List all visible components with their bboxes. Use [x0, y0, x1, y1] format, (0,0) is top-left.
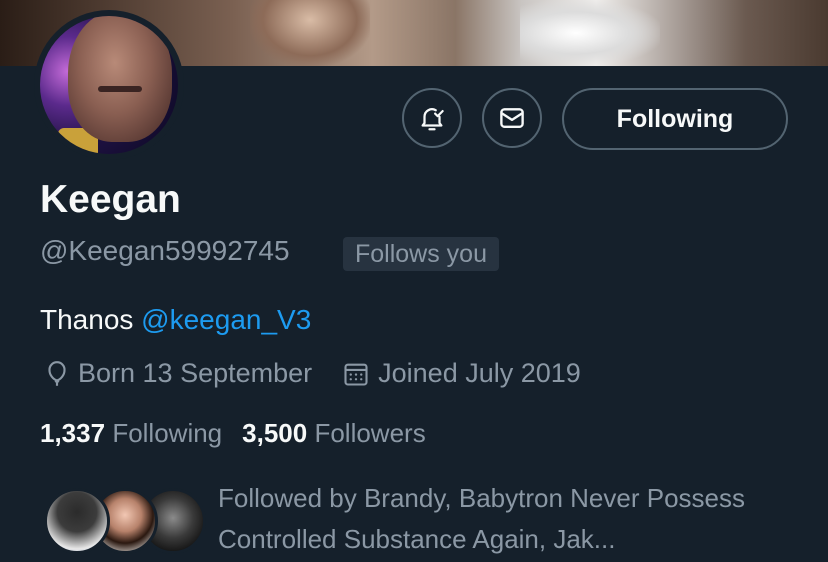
banner-shape — [250, 0, 370, 66]
follows-you-badge: Follows you — [343, 237, 499, 271]
following-label: Following — [112, 418, 223, 448]
avatar-face — [68, 16, 172, 142]
following-button[interactable]: Following — [562, 88, 788, 150]
birthday-item: Born 13 September — [44, 358, 312, 389]
followed-by-text[interactable]: Followed by Brandy, Babytron Never Posse… — [218, 478, 788, 560]
envelope-icon — [500, 108, 524, 128]
profile-avatar[interactable] — [34, 10, 184, 160]
display-name: Keegan — [40, 178, 181, 221]
followed-by-avatars[interactable] — [40, 488, 206, 558]
followers-stat[interactable]: 3,500 Followers — [242, 418, 426, 449]
message-button[interactable] — [482, 88, 542, 148]
followers-label: Followers — [314, 418, 426, 448]
avatar-image — [40, 16, 178, 154]
calendar-icon — [344, 363, 368, 386]
bell-check-icon — [421, 108, 444, 131]
joined-item: Joined July 2019 — [342, 358, 581, 389]
joined-text: Joined July 2019 — [378, 358, 581, 388]
avatar-mouth — [98, 86, 142, 92]
follow-stats: 1,337 Following 3,500 Followers — [40, 418, 446, 449]
balloon-icon — [48, 360, 66, 386]
avatar — [44, 488, 110, 554]
profile-bio: Thanos @keegan_V3 — [40, 304, 311, 336]
followers-count: 3,500 — [242, 418, 308, 448]
birthday-text: Born 13 September — [78, 358, 313, 388]
user-handle: @Keegan59992745 — [40, 235, 290, 266]
following-stat[interactable]: 1,337 Following — [40, 418, 222, 449]
profile-meta: Born 13 September Joined July 2019 — [44, 358, 611, 389]
banner-shape — [520, 0, 660, 66]
following-count: 1,337 — [40, 418, 106, 448]
bio-text: Thanos — [40, 304, 142, 335]
bio-mention-link[interactable]: @keegan_V3 — [141, 304, 311, 335]
notifications-button[interactable] — [402, 88, 462, 148]
